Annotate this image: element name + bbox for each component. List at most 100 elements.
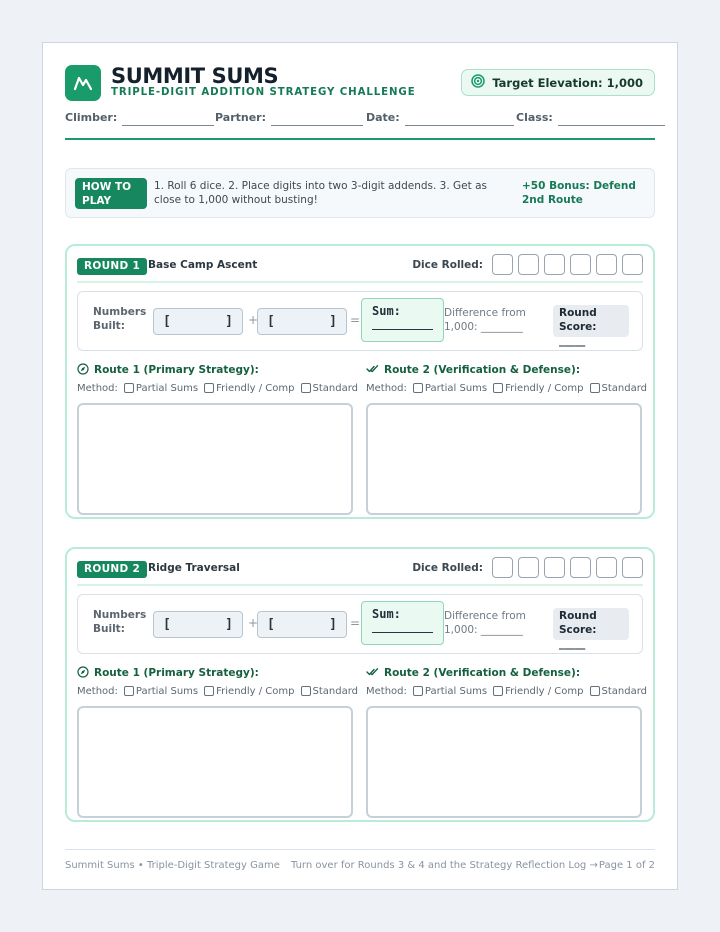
route-2-title: Route 2 (Verification & Defense): <box>366 666 642 680</box>
compass-icon <box>77 665 89 681</box>
numbers-built-row: Numbers Built: [] + [] = Sum: Difference… <box>77 594 643 654</box>
round-card: ROUND 2 Ridge Traversal Dice Rolled: Num… <box>65 547 655 822</box>
sum-field[interactable]: Sum: <box>361 298 444 342</box>
checkbox-box[interactable] <box>589 686 600 696</box>
die-box[interactable] <box>570 557 591 578</box>
round-badge: ROUND 2 <box>77 561 148 578</box>
route-2-section: Route 2 (Verification & Defense): Method… <box>366 363 647 515</box>
addend-1-field[interactable]: [] <box>153 308 243 335</box>
checkbox-box[interactable] <box>204 686 215 696</box>
die-box[interactable] <box>492 557 513 578</box>
route-1-section: Route 1 (Primary Strategy): Method: Part… <box>77 665 358 818</box>
route-1-work-area[interactable] <box>77 403 353 515</box>
die-box[interactable] <box>622 557 643 578</box>
double-check-icon <box>366 667 379 680</box>
equals-sign: = <box>350 313 361 327</box>
route-2-work-area[interactable] <box>366 403 642 515</box>
die-box[interactable] <box>518 254 539 275</box>
partner-field[interactable]: Partner: <box>215 111 363 131</box>
method-label: Method: <box>77 685 118 697</box>
route-1-section: Route 1 (Primary Strategy): Method: Part… <box>77 362 358 515</box>
die-box[interactable] <box>492 254 513 275</box>
round-score-field[interactable]: Round Score: _____ <box>553 305 629 347</box>
climber-field[interactable]: Climber: <box>65 111 215 131</box>
climber-line[interactable] <box>122 111 215 126</box>
checkbox-box[interactable] <box>589 383 600 393</box>
route-1-work-area[interactable] <box>77 706 353 818</box>
numbers-built-label: Numbers Built: <box>93 306 147 332</box>
round-name: Base Camp Ascent <box>148 259 258 271</box>
partial-sums-checkbox[interactable]: Partial Sums <box>412 686 487 697</box>
friendly-comp-checkbox[interactable]: Friendly / Comp <box>204 383 295 394</box>
checkbox-box[interactable] <box>493 383 504 393</box>
partial-sums-checkbox[interactable]: Partial Sums <box>123 383 198 394</box>
checkbox-box[interactable] <box>123 383 134 393</box>
numbers-built-label: Numbers Built: <box>93 609 147 635</box>
method-options: Method: Partial Sums Friendly / Comp Sta… <box>366 684 647 698</box>
method-label: Method: <box>366 382 407 394</box>
header-divider <box>65 138 655 140</box>
method-options: Method: Partial Sums Friendly / Comp Sta… <box>366 381 647 395</box>
page-footer: Summit Sums • Triple-Digit Strategy Game… <box>65 849 655 873</box>
sum-field[interactable]: Sum: <box>361 601 444 645</box>
climber-label: Climber: <box>65 111 118 124</box>
die-box[interactable] <box>622 254 643 275</box>
date-field[interactable]: Date: <box>366 111 514 131</box>
round-score-field[interactable]: Round Score: _____ <box>553 608 629 650</box>
standard-checkbox[interactable]: Standard <box>589 686 647 697</box>
friendly-comp-checkbox[interactable]: Friendly / Comp <box>493 686 584 697</box>
die-box[interactable] <box>544 254 565 275</box>
round-name: Ridge Traversal <box>148 562 240 574</box>
footer-page-number: Page 1 of 2 <box>598 860 655 871</box>
dice-boxes <box>492 557 643 578</box>
student-info-fields: Climber: Partner: Date: Class: <box>65 111 665 131</box>
round-header: ROUND 2 Ridge Traversal Dice Rolled: <box>77 557 643 586</box>
standard-checkbox[interactable]: Standard <box>300 686 358 697</box>
class-line[interactable] <box>557 111 665 126</box>
checkbox-box[interactable] <box>412 383 423 393</box>
numbers-built-row: Numbers Built: [] + [] = Sum: Difference… <box>77 291 643 351</box>
date-line[interactable] <box>404 111 514 126</box>
mountain-logo-icon <box>65 65 101 101</box>
method-label: Method: <box>366 685 407 697</box>
partner-label: Partner: <box>215 111 266 124</box>
method-options: Method: Partial Sums Friendly / Comp Sta… <box>77 381 358 395</box>
die-box[interactable] <box>596 254 617 275</box>
standard-checkbox[interactable]: Standard <box>300 383 358 394</box>
checkbox-box[interactable] <box>300 686 311 696</box>
friendly-comp-checkbox[interactable]: Friendly / Comp <box>204 686 295 697</box>
page-title: SUMMIT SUMS <box>111 64 279 88</box>
route-1-title: Route 1 (Primary Strategy): <box>77 362 353 377</box>
dice-boxes <box>492 254 643 275</box>
checkbox-box[interactable] <box>204 383 215 393</box>
how-to-play-instructions: 1. Roll 6 dice. 2. Place digits into two… <box>154 180 487 206</box>
checkbox-box[interactable] <box>493 686 504 696</box>
die-box[interactable] <box>544 557 565 578</box>
partner-line[interactable] <box>271 111 363 126</box>
addend-2-field[interactable]: [] <box>257 611 347 638</box>
target-icon <box>471 74 486 91</box>
difference-field[interactable]: Difference from 1,000: ________ <box>444 306 526 334</box>
checkbox-box[interactable] <box>300 383 311 393</box>
partial-sums-checkbox[interactable]: Partial Sums <box>123 686 198 697</box>
checkbox-box[interactable] <box>412 686 423 696</box>
round-badge: ROUND 1 <box>77 258 148 275</box>
dice-rolled-label: Dice Rolled: <box>412 259 483 271</box>
die-box[interactable] <box>570 254 591 275</box>
route-2-work-area[interactable] <box>366 706 642 818</box>
standard-checkbox[interactable]: Standard <box>589 383 647 394</box>
round-card: ROUND 1 Base Camp Ascent Dice Rolled: Nu… <box>65 244 655 519</box>
die-box[interactable] <box>518 557 539 578</box>
partial-sums-checkbox[interactable]: Partial Sums <box>412 383 487 394</box>
die-box[interactable] <box>596 557 617 578</box>
class-field[interactable]: Class: <box>516 111 665 131</box>
checkbox-box[interactable] <box>123 686 134 696</box>
sum-line <box>372 329 433 330</box>
addend-1-field[interactable]: [] <box>153 611 243 638</box>
route-2-section: Route 2 (Verification & Defense): Method… <box>366 666 647 818</box>
route-1-title: Route 1 (Primary Strategy): <box>77 665 353 681</box>
route-2-title: Route 2 (Verification & Defense): <box>366 363 642 377</box>
friendly-comp-checkbox[interactable]: Friendly / Comp <box>493 383 584 394</box>
difference-field[interactable]: Difference from 1,000: ________ <box>444 609 526 637</box>
addend-2-field[interactable]: [] <box>257 308 347 335</box>
